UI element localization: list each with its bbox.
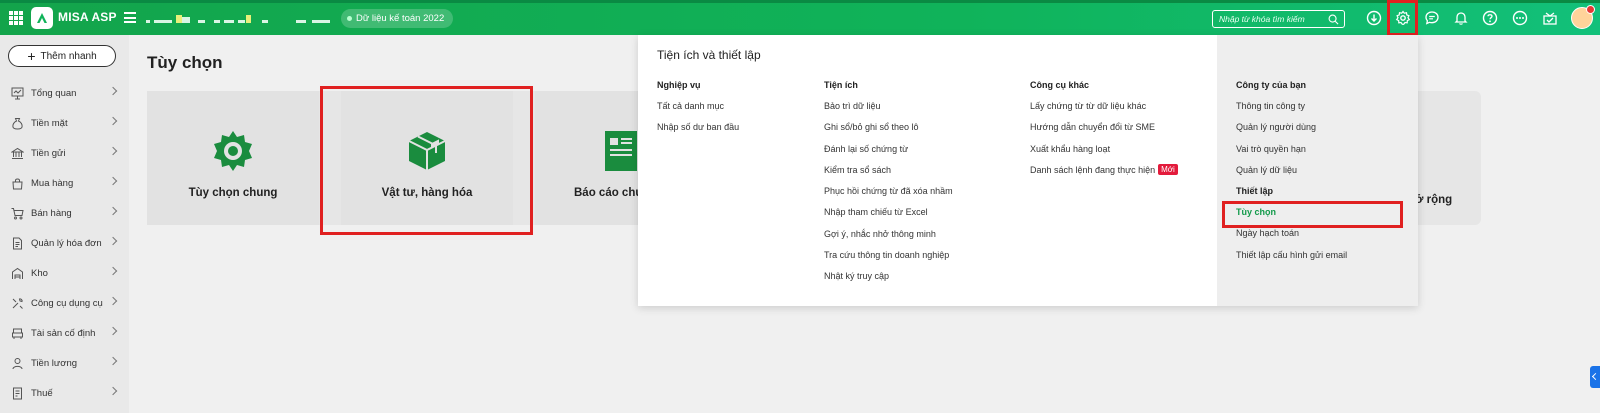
menu-item-smart-reminders[interactable]: Gợi ý, nhắc nhở thông minh (824, 228, 953, 249)
settings-highlight-box (1387, 0, 1418, 36)
new-badge: Mới (1158, 163, 1178, 175)
sidebar-item-salary[interactable]: Tiền lương (0, 352, 129, 374)
sidebar-item-label: Tiền gửi (31, 147, 66, 159)
card-label: Báo cáo chú (574, 187, 638, 199)
menu-item-business-lookup[interactable]: Tra cứu thông tin doanh nghiệp (824, 249, 953, 270)
menu-item-sme-conversion-guide[interactable]: Hướng dẫn chuyển đổi từ SME (1030, 121, 1178, 142)
menu-item-company-info[interactable]: Thông tin công ty (1236, 100, 1347, 121)
sidebar-item-tax[interactable]: Thuế (0, 382, 129, 404)
search-icon[interactable] (1328, 14, 1339, 25)
menu-item-data-management[interactable]: Quản lý dữ liệu (1236, 164, 1347, 185)
menu-item-roles-permissions[interactable]: Vai trò quyền hạn (1236, 143, 1347, 164)
sidebar-item-label: Công cụ dụng cụ (31, 297, 103, 309)
column-heading: Công ty của bạn (1236, 80, 1307, 90)
menu-item-data-maintenance[interactable]: Bảo trì dữ liệu (824, 100, 953, 121)
menu-item-label: Danh sách lệnh đang thực hiện (1030, 164, 1156, 175)
company-name-redacted (146, 13, 336, 23)
menu-icon[interactable] (124, 12, 136, 23)
menu-item-import-other-data[interactable]: Lấy chứng từ từ dữ liệu khác (1030, 100, 1178, 121)
menu-item-running-jobs[interactable]: Danh sách lệnh đang thực hiện Mới (1030, 163, 1178, 185)
gift-box-icon[interactable] (1541, 9, 1559, 27)
sidebar-item-overview[interactable]: Tổng quan (0, 82, 129, 104)
menu-item-access-log[interactable]: Nhật ký truy cập (824, 270, 953, 291)
sidebar-item-label: Tiền mặt (31, 117, 68, 129)
sidebar-item-invoice[interactable]: Quản lý hóa đơn (0, 232, 129, 254)
column-heading: Công cụ khác (1030, 80, 1090, 90)
menu-item-all-categories[interactable]: Tất cả danh mục (657, 100, 739, 121)
sidebar-item-label: Quản lý hóa đơn (31, 237, 102, 249)
tools-icon (10, 296, 24, 310)
sidebar-item-label: Tài sản cố định (31, 327, 96, 339)
gear-icon (211, 129, 255, 173)
column-heading: Nghiệp vụ (657, 80, 701, 90)
sidebar-item-deposit[interactable]: Tiền gửi (0, 142, 129, 164)
sidebar-item-label: Bán hàng (31, 207, 72, 219)
dashboard-icon (10, 86, 24, 100)
menu-item-posting-date[interactable]: Ngày hạch toán (1236, 227, 1347, 248)
page-title: Tùy chọn (147, 53, 223, 72)
invoice-icon (10, 236, 24, 250)
data-year-badge[interactable]: Dữ liệu kế toán 2022 (341, 9, 454, 28)
help-icon[interactable] (1481, 9, 1499, 27)
notification-dot (1586, 5, 1595, 14)
money-bag-icon (10, 116, 24, 130)
sidebar-item-sales[interactable]: Bán hàng (0, 202, 129, 224)
column-heading: Tiện ích (824, 80, 858, 90)
header-top-line (0, 0, 1600, 3)
sidebar-item-purchasing[interactable]: Mua hàng (0, 172, 129, 194)
card-label: Tùy chọn chung (188, 187, 278, 199)
user-avatar[interactable] (1571, 5, 1595, 29)
menu-item-email-config[interactable]: Thiết lập cấu hình gửi email (1236, 249, 1347, 270)
misa-logo-icon (31, 7, 53, 29)
plus-icon: + (27, 48, 36, 64)
sidebar-item-tools[interactable]: Công cụ dụng cụ (0, 292, 129, 314)
menu-item-renumber-vouchers[interactable]: Đánh lại số chứng từ (824, 143, 953, 164)
cart-icon (10, 206, 24, 220)
warehouse-icon (10, 266, 24, 280)
bank-icon (10, 146, 24, 160)
tax-icon (10, 386, 24, 400)
quick-add-label: Thêm nhanh (40, 50, 97, 62)
options-item-highlight-box (1222, 201, 1403, 228)
column-utilities: Tiện ích Bảo trì dữ liệu Ghi sổ/bỏ ghi s… (824, 79, 953, 292)
top-header: MISA ASP Dữ liệu kế toán 2022 (0, 0, 1600, 35)
sidebar-item-label: Kho (31, 267, 48, 279)
menu-item-user-management[interactable]: Quản lý người dùng (1236, 121, 1347, 142)
bell-icon[interactable] (1452, 9, 1470, 27)
menu-item-bulk-export[interactable]: Xuất khẩu hàng loạt (1030, 143, 1178, 164)
sidebar-item-fixed-assets[interactable]: Tài sản cố định (0, 322, 129, 344)
menu-item-restore-deleted[interactable]: Phục hồi chứng từ đã xóa nhầm (824, 185, 953, 206)
menu-item-opening-balance[interactable]: Nhập số dư ban đầu (657, 121, 739, 142)
menu-item-import-excel[interactable]: Nhập tham chiếu từ Excel (824, 206, 953, 227)
sidebar-item-warehouse[interactable]: Kho (0, 262, 129, 284)
sidebar-item-label: Tiền lương (31, 357, 78, 369)
sidebar-item-label: Thuế (31, 387, 53, 399)
more-options-icon[interactable] (1511, 9, 1529, 27)
sidebar-item-label: Tổng quan (31, 87, 77, 99)
dropdown-title: Tiện ích và thiết lập (657, 48, 761, 62)
menu-item-check-books[interactable]: Kiểm tra sổ sách (824, 164, 953, 185)
shopping-bag-icon (10, 176, 24, 190)
report-card[interactable]: Báo cáo chú (535, 91, 638, 225)
report-icon (603, 129, 638, 173)
column-other-tools: Công cụ khác Lấy chứng từ từ dữ liệu khá… (1030, 79, 1178, 185)
salary-icon (10, 356, 24, 370)
general-options-card[interactable]: Tùy chọn chung (147, 91, 319, 225)
apps-grid-icon[interactable] (9, 11, 23, 25)
search-input[interactable] (1212, 10, 1345, 28)
app-name: MISA ASP (58, 10, 117, 24)
sidebar: + Thêm nhanh Tổng quan Tiền mặt Tiền gửi… (0, 35, 129, 413)
collapse-panel-tab[interactable] (1590, 366, 1600, 388)
chat-icon[interactable] (1423, 9, 1441, 27)
quick-add-button[interactable]: + Thêm nhanh (8, 45, 116, 67)
sidebar-item-label: Mua hàng (31, 177, 74, 189)
utilities-settings-dropdown: Tiện ích và thiết lập Nghiệp vụ Tất cả d… (638, 35, 1418, 306)
materials-card-highlight-box (320, 86, 533, 235)
sidebar-item-cash[interactable]: Tiền mặt (0, 112, 129, 134)
column-business: Nghiệp vụ Tất cả danh mục Nhập số dư ban… (657, 79, 739, 143)
menu-item-batch-posting[interactable]: Ghi sổ/bỏ ghi sổ theo lô (824, 121, 953, 142)
column-your-company: Công ty của bạn Thông tin công ty Quản l… (1236, 79, 1347, 270)
asset-icon (10, 326, 24, 340)
download-icon[interactable] (1365, 9, 1383, 27)
